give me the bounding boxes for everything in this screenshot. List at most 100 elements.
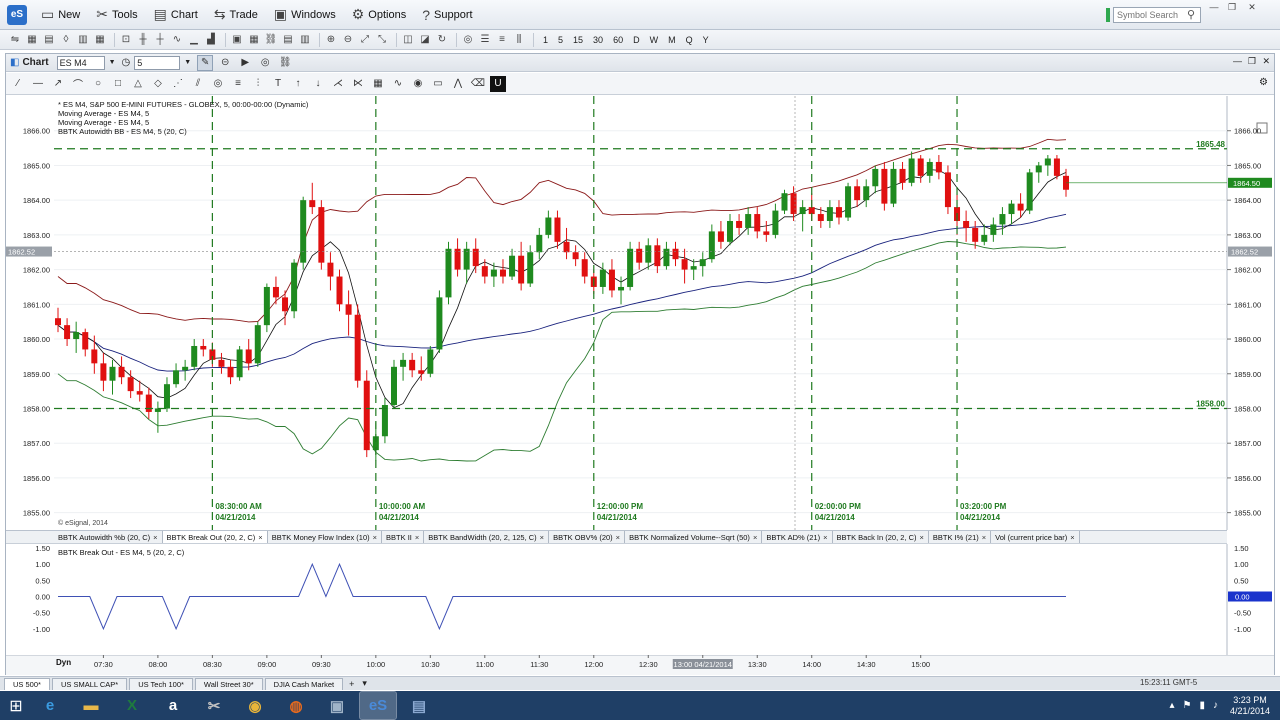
close-icon[interactable]: ×	[373, 533, 377, 542]
menu-new[interactable]: ▭ New	[35, 3, 86, 27]
chevron-up-icon[interactable]: ▴	[1169, 700, 1174, 711]
ellipse-icon[interactable]: ○	[90, 76, 106, 92]
candle-body[interactable]	[463, 248, 470, 270]
magnet-icon[interactable]: U	[490, 75, 506, 92]
candle-body[interactable]	[981, 234, 988, 242]
rectangle-icon[interactable]: □	[110, 76, 126, 92]
interval-weekly[interactable]: W	[650, 35, 659, 45]
grid-tool-icon[interactable]: ▦	[370, 76, 386, 92]
candle-body[interactable]	[254, 325, 261, 364]
text-icon[interactable]: T	[270, 76, 286, 92]
study-tab[interactable]: BBTK I% (21) ×	[929, 531, 992, 543]
rewind-icon[interactable]: ⊝	[217, 55, 233, 71]
interval-yearly[interactable]: Y	[703, 35, 709, 45]
drop-icon[interactable]: ◊	[59, 33, 73, 47]
candle-body[interactable]	[427, 349, 434, 374]
monitor-icon[interactable]: ▣	[319, 692, 355, 719]
candle-body[interactable]	[899, 168, 906, 183]
candle-body[interactable]	[917, 158, 924, 176]
amazon-icon[interactable]: a	[155, 692, 191, 719]
bars-icon[interactable]: ╫	[136, 33, 150, 47]
candle-body[interactable]	[245, 349, 252, 364]
close-icon[interactable]: ×	[616, 533, 620, 542]
candles-icon[interactable]: ┼	[153, 33, 167, 47]
candle-body[interactable]	[772, 210, 779, 235]
candle-body[interactable]	[91, 349, 98, 364]
study-tab[interactable]: BBTK Normalized Volume--Sqrt (50) ×	[625, 531, 763, 543]
candle-body[interactable]	[627, 248, 634, 287]
candle-body[interactable]	[127, 377, 134, 392]
interval-30[interactable]: 30	[593, 35, 603, 45]
candle-body[interactable]	[781, 193, 788, 211]
candle-body[interactable]	[309, 200, 316, 208]
fib-icon[interactable]: ≡	[230, 76, 246, 92]
candle-body[interactable]	[218, 359, 225, 367]
candle-body[interactable]	[345, 304, 352, 315]
horizontal-line-icon[interactable]: —	[30, 76, 46, 92]
pattern-icon[interactable]: ▭	[430, 76, 446, 92]
ray-icon[interactable]: ↗	[50, 76, 66, 92]
restore-icon[interactable]: ❐	[1224, 2, 1240, 12]
dropdown-icon[interactable]: ▼	[109, 59, 116, 66]
interval-monthly[interactable]: M	[668, 35, 676, 45]
candle-body[interactable]	[654, 245, 661, 267]
collapse-icon[interactable]: ⤡	[375, 33, 389, 47]
menu-trade[interactable]: ⇆ Trade	[208, 3, 264, 27]
candle-body[interactable]	[736, 220, 743, 228]
candle-body[interactable]	[972, 227, 979, 242]
candle-body[interactable]	[990, 224, 997, 235]
chart-max-icon[interactable]: ❐	[1248, 56, 1256, 67]
portfolio-icon[interactable]: ▤	[281, 33, 295, 47]
close-icon[interactable]: ×	[920, 533, 924, 542]
candle-body[interactable]	[136, 391, 143, 395]
candle-body[interactable]	[672, 248, 679, 260]
candle-body[interactable]	[854, 186, 861, 201]
arrow-down-icon[interactable]: ↓	[310, 76, 326, 92]
play-icon[interactable]: ▶	[237, 55, 253, 71]
candle-body[interactable]	[799, 207, 806, 215]
candle-body[interactable]	[690, 266, 697, 270]
study-tab[interactable]: BBTK Money Flow Index (10) ×	[268, 531, 383, 543]
histogram-icon[interactable]: ▁	[187, 33, 201, 47]
chart-close-icon[interactable]: ✕	[1262, 56, 1270, 67]
scroll-right-icon[interactable]: ◪	[418, 33, 432, 47]
candle-body[interactable]	[618, 286, 625, 291]
candle-body[interactable]	[763, 231, 770, 235]
candle-body[interactable]	[118, 366, 125, 378]
interval-input[interactable]: 5	[134, 55, 181, 70]
candle-body[interactable]	[82, 332, 89, 350]
candle-body[interactable]	[227, 366, 234, 378]
grid-icon[interactable]: ▦	[25, 33, 39, 47]
price-chart[interactable]: 1866.001866.001865.001865.001864.001864.…	[6, 96, 1274, 530]
study-tab[interactable]: BBTK Autowidth %b (20, C) ×	[54, 531, 163, 543]
candle-body[interactable]	[336, 276, 343, 305]
page-icon[interactable]: ▦	[93, 33, 107, 47]
candle-body[interactable]	[645, 245, 652, 263]
table-icon[interactable]: ▤	[42, 33, 56, 47]
link-icon[interactable]: ⛓	[277, 55, 293, 71]
candle-body[interactable]	[554, 217, 561, 242]
candle-body[interactable]	[826, 207, 833, 221]
study-tab[interactable]: BBTK Break Out (20, 2, C) ×	[162, 531, 268, 543]
chrome-icon[interactable]: ◉	[237, 692, 273, 719]
candle-body[interactable]	[272, 286, 279, 298]
candle-body[interactable]	[1017, 203, 1024, 211]
list-icon[interactable]: ▥	[76, 33, 90, 47]
candle-body[interactable]	[563, 241, 570, 253]
minimize-icon[interactable]: —	[1206, 2, 1222, 12]
candle-body[interactable]	[55, 318, 61, 326]
scroll-left-icon[interactable]: ◫	[401, 33, 415, 47]
close-icon[interactable]: ×	[982, 533, 986, 542]
close-icon[interactable]: ×	[1070, 533, 1074, 542]
candle-body[interactable]	[291, 262, 298, 312]
gann-icon[interactable]: ⫶	[250, 76, 266, 92]
fan-icon[interactable]: ⋰	[170, 76, 186, 92]
candle-body[interactable]	[145, 394, 152, 412]
zoom-out-icon[interactable]: ⊖	[341, 33, 355, 47]
menu-support[interactable]: ? Support	[416, 3, 478, 27]
candle-body[interactable]	[545, 217, 552, 235]
candle-body[interactable]	[599, 269, 606, 287]
arc-icon[interactable]: ⌒	[70, 76, 86, 92]
rows-icon[interactable]: ⫼	[512, 33, 526, 47]
cursor-icon[interactable]: ⊡	[119, 33, 133, 47]
